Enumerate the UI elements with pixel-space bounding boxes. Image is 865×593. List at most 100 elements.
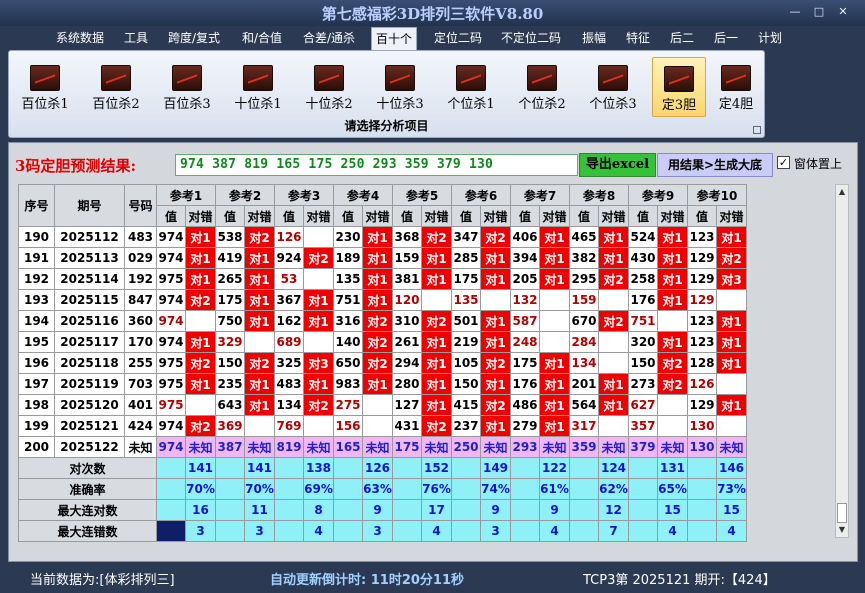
ribbon-panel: 百位杀1 百位杀2 百位杀3 十位杀1 十位杀2 十位杀3 个位杀1 个位杀2 … [8,50,765,138]
cell-hit: 对1 [421,352,452,374]
menu-system-data[interactable]: 系统数据 [52,29,108,48]
cell-value: 150 [215,352,245,374]
cell-hit: 对1 [185,247,216,269]
stats-value: 141 [244,457,275,479]
cell-hit: 对2 [244,226,275,248]
minimize-icon[interactable]: — [788,6,802,18]
cell-hit: 对1 [657,289,688,311]
stats-spacer [274,478,304,500]
cell-code: 360 [124,310,157,332]
scroll-down-icon[interactable]: ▼ [836,523,848,537]
cell-value: 129 [687,394,717,416]
ribbon-btn-units-kill-3[interactable]: 个位杀3 [581,57,645,117]
stats-spacer [687,457,717,479]
cell-hit: 对1 [598,373,629,395]
ribbon-btn-tens-kill-2[interactable]: 十位杀2 [297,57,361,117]
ribbon-btn-hundreds-kill-3[interactable]: 百位杀3 [155,57,219,117]
cell-hit: 对2 [480,352,511,374]
table-row[interactable]: 196 2025118 255 975 对2 150 对2 325 对3 650 对2 294 对1 10… [18,352,747,374]
stats-spacer [274,457,304,479]
table-row[interactable]: 200 2025122 未知 974 未知 387 未知 819 未知 165 未知 175 未知 250… [18,436,747,458]
table-row[interactable]: 197 2025119 703 975 对1 235 对1 483 对1 983 对1 280 对1 15… [18,373,747,395]
stats-value: 3 [244,520,275,542]
stats-value: 74% [480,478,511,500]
menu-last-one[interactable]: 后一 [710,29,742,48]
menu-plan[interactable]: 计划 [754,29,786,48]
ribbon-btn-label: 个位杀3 [589,97,637,112]
stats-value: 4 [303,520,334,542]
stats-spacer [156,478,186,500]
cell-value: 150 [451,373,481,395]
cell-hit: 对1 [421,331,452,353]
header-period: 期号 [54,184,125,227]
cell-value: 235 [215,373,245,395]
header-ref-group: 参考9 [628,184,688,206]
stats-spacer [451,457,481,479]
table-row[interactable]: 198 2025120 401 975 643 对1 134 对2 275 127 对1 415 对2 4… [18,394,747,416]
cell-hit: 对1 [421,394,452,416]
table-row[interactable]: 194 2025116 360 974 750 对1 162 对1 316 对2 310 对2 501 对… [18,310,747,332]
cell-value: 310 [392,310,422,332]
stats-spacer [156,457,186,479]
stats-value: 9 [480,499,511,521]
stats-value: 146 [716,457,747,479]
menu-last-two[interactable]: 后二 [666,29,698,48]
cell-hit: 对2 [244,352,275,374]
scroll-thumb[interactable] [837,503,847,523]
cell-value: 367 [274,289,304,311]
menu-span[interactable]: 跨度/复式 [164,29,224,48]
cell-value: 275 [333,394,363,416]
menu-position-two[interactable]: 定位二码 [430,29,486,48]
stats-value: 17 [421,499,452,521]
ribbon-btn-hundreds-kill-2[interactable]: 百位杀2 [84,57,148,117]
table-row[interactable]: 199 2025121 424 974 对2 369 769 156 431 对2 237 对1 279… [18,415,747,437]
export-excel-button[interactable]: 导出excel [579,153,656,177]
dialog-launcher-icon[interactable] [753,126,761,134]
maximize-icon[interactable]: □ [812,6,826,18]
header-value: 值 [687,205,717,227]
cell-hit: 对1 [185,373,216,395]
menu-diff[interactable]: 合差/通杀 [299,29,359,48]
ribbon-btn-fix-3[interactable]: 定3胆 [652,57,706,117]
prediction-output[interactable]: 974 387 819 165 175 250 293 359 379 130 [175,154,578,176]
stay-on-top-checkbox[interactable]: ✓ [777,156,790,169]
cell-hit [657,310,688,332]
cell-value: 159 [392,247,422,269]
table-row[interactable]: 192 2025114 192 975 对1 265 对1 53 135 对1 381 对1 175 对1… [18,268,747,290]
generate-base-button[interactable]: 用结果>生成大底 [657,153,773,177]
header-value: 值 [392,205,422,227]
menu-sum[interactable]: 和/合值 [238,29,286,48]
cell-period: 2025120 [54,394,125,416]
cell-value: 53 [274,268,304,290]
header-ref-group: 参考10 [687,184,747,206]
ribbon-btn-fix-4[interactable]: 定4胆 [709,57,763,117]
ribbon-btn-tens-kill-3[interactable]: 十位杀3 [368,57,432,117]
table-row[interactable]: 195 2025117 170 974 对1 329 689 140 对2 261 对1 219 对1 2… [18,331,747,353]
cell-value: 419 [215,247,245,269]
stats-spacer [451,520,481,542]
menu-bai-shi-ge[interactable]: 百十个 [371,27,418,50]
cell-period: 2025116 [54,310,125,332]
vertical-scrollbar[interactable]: ▲ ▼ [835,184,849,538]
table-row[interactable]: 191 2025113 029 974 对1 419 对1 924 对2 189 对1 159 对1 28… [18,247,747,269]
menu-nonposition-two[interactable]: 不定位二码 [497,29,565,48]
stats-spacer [628,457,658,479]
cell-hit: 对2 [598,268,629,290]
close-icon[interactable]: ✕ [836,6,850,18]
ribbon-btn-units-kill-1[interactable]: 个位杀1 [439,57,503,117]
ribbon-btn-tens-kill-1[interactable]: 十位杀1 [226,57,290,117]
menu-amplitude[interactable]: 振幅 [578,29,610,48]
scroll-up-icon[interactable]: ▲ [836,185,848,199]
menu-tools[interactable]: 工具 [120,29,152,48]
cell-value: 465 [569,226,599,248]
menu-feature[interactable]: 特征 [622,29,654,48]
cell-seq: 190 [18,226,55,248]
ribbon-btn-units-kill-2[interactable]: 个位杀2 [510,57,574,117]
chart-icon [721,65,751,91]
cell-value: 564 [569,394,599,416]
cell-value: 127 [392,394,422,416]
cell-value: 974 [156,331,186,353]
table-row[interactable]: 193 2025115 847 974 对2 175 对1 367 对1 751 对1 120 135 1… [18,289,747,311]
ribbon-btn-hundreds-kill-1[interactable]: 百位杀1 [13,57,77,117]
table-row[interactable]: 190 2025112 483 974 对1 538 对2 126 230 对1 368 对2 347 对… [18,226,747,248]
